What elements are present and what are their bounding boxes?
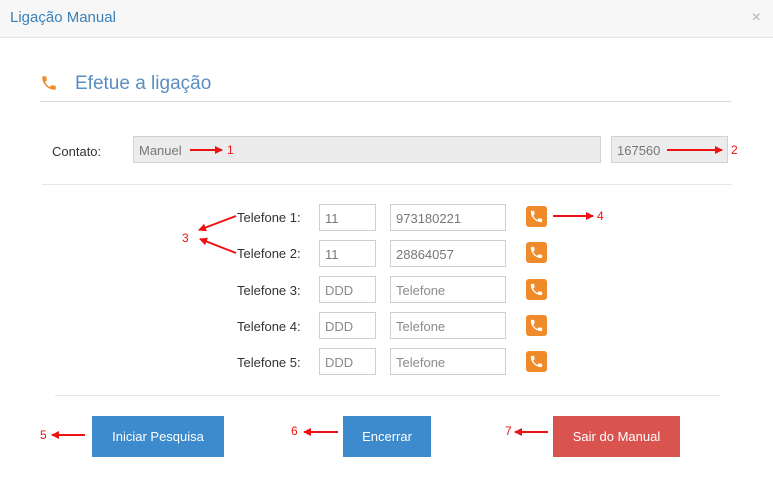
phone-4-number-input[interactable]: Telefone <box>390 312 506 339</box>
start-search-button[interactable]: Iniciar Pesquisa <box>92 416 224 457</box>
phone-2-ddd-value: 11 <box>325 247 339 262</box>
phone-4-ddd-input[interactable]: DDD <box>319 312 376 339</box>
annotation-label-5: 5 <box>40 428 47 442</box>
phone-icon <box>530 319 543 332</box>
phone-2-number-input[interactable]: 28864057 <box>390 240 506 267</box>
phone-icon <box>530 355 543 368</box>
close-call-button[interactable]: Encerrar <box>343 416 431 457</box>
dialog-titlebar: Ligação Manual × <box>0 0 773 38</box>
phone-3-number-input[interactable]: Telefone <box>390 276 506 303</box>
contact-code-value: 167560 <box>617 143 661 158</box>
section-header: Efetue a ligação <box>40 70 731 102</box>
phone-4-ddd-placeholder: DDD <box>325 319 354 334</box>
phone-5-number-placeholder: Telefone <box>396 355 446 370</box>
phone-1-label: Telefone 1: <box>237 210 301 225</box>
phone-4-number-placeholder: Telefone <box>396 319 446 334</box>
phone-icon <box>530 210 543 223</box>
phone-3-ddd-input[interactable]: DDD <box>319 276 376 303</box>
phone-1-number-value: 973180221 <box>396 211 462 226</box>
contact-name-field[interactable]: Manuel <box>133 136 601 163</box>
divider <box>55 395 720 396</box>
phone-5-ddd-placeholder: DDD <box>325 355 354 370</box>
phone-4-call-button[interactable] <box>526 315 547 336</box>
contact-code-field[interactable]: 167560 <box>611 136 728 163</box>
phone-icon <box>530 246 543 259</box>
phone-icon <box>530 283 543 296</box>
section-heading: Efetue a ligação <box>75 73 212 94</box>
phone-2-number-value: 28864057 <box>396 247 454 262</box>
phone-3-call-button[interactable] <box>526 279 547 300</box>
dialog-title: Ligação Manual <box>10 9 116 26</box>
close-icon[interactable]: × <box>752 10 761 26</box>
annotation-label-4: 4 <box>597 209 604 223</box>
contact-name-value: Manuel <box>139 143 182 158</box>
annotation-arrow-3b <box>199 237 237 254</box>
annotation-label-3: 3 <box>182 231 189 245</box>
phone-5-number-input[interactable]: Telefone <box>390 348 506 375</box>
phone-icon <box>42 76 56 90</box>
phone-2-label: Telefone 2: <box>237 246 301 261</box>
phone-3-ddd-placeholder: DDD <box>325 283 354 298</box>
contact-label: Contato: <box>52 144 102 159</box>
phone-5-label: Telefone 5: <box>237 355 301 370</box>
phone-2-ddd-input[interactable]: 11 <box>319 240 376 267</box>
phone-5-ddd-input[interactable]: DDD <box>319 348 376 375</box>
annotation-arrow-3a <box>198 215 237 232</box>
phone-3-label: Telefone 3: <box>237 283 301 298</box>
phone-1-ddd-input[interactable]: 11 <box>319 204 376 231</box>
phone-2-call-button[interactable] <box>526 242 547 263</box>
exit-manual-button[interactable]: Sair do Manual <box>553 416 680 457</box>
annotation-label-6: 6 <box>291 424 298 438</box>
phone-4-label: Telefone 4: <box>237 319 301 334</box>
phone-1-call-button[interactable] <box>526 206 547 227</box>
annotation-label-1: 1 <box>227 143 234 157</box>
phone-1-number-input[interactable]: 973180221 <box>390 204 506 231</box>
annotation-label-7: 7 <box>505 424 512 438</box>
phone-3-number-placeholder: Telefone <box>396 283 446 298</box>
annotation-label-2: 2 <box>731 143 738 157</box>
phone-1-ddd-value: 11 <box>325 211 339 226</box>
divider <box>42 184 732 185</box>
phone-5-call-button[interactable] <box>526 351 547 372</box>
